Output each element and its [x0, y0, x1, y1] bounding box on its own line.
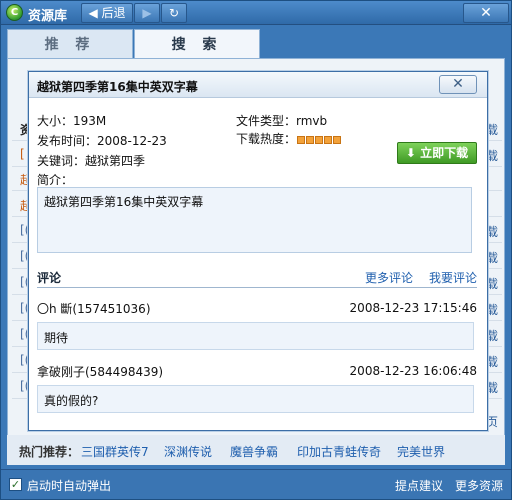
title-bar[interactable]: C 资源库 ◀ 后退 ▶ ↻ ✕ — [1, 1, 511, 25]
forward-icon[interactable]: ▶ — [134, 3, 160, 23]
resource-detail-dialog: 越狱第四季第16集中英双字幕 ✕ 大小：193M 发布时间：2008-12-23… — [28, 71, 488, 431]
hot-link[interactable]: 完美世界 — [397, 443, 445, 460]
heat-star-icon — [297, 136, 305, 144]
hot-recommend-bar: 热门推荐： 三国群英传7 深渊传说 魔兽争霸 印加古青蛙传奇 完美世界 — [7, 435, 505, 465]
more-comments-link[interactable]: 更多评论 — [365, 269, 413, 286]
comment-body: 期待 — [37, 322, 474, 350]
hot-link[interactable]: 魔兽争霸 — [230, 443, 278, 460]
keywords: 关键词：越狱第四季 — [37, 154, 146, 168]
write-comment-link[interactable]: 我要评论 — [429, 269, 477, 286]
suggest-link[interactable]: 提点建议 — [395, 477, 443, 494]
app-logo-icon: C — [6, 4, 23, 21]
back-button[interactable]: ◀ 后退 — [81, 3, 133, 23]
hot-link[interactable]: 深渊传说 — [164, 443, 212, 460]
description-box: 越狱第四季第16集中英双字幕 — [37, 187, 472, 253]
comment-body: 真的假的? — [37, 385, 474, 413]
auto-popup-checkbox[interactable]: ✓ — [9, 478, 22, 491]
more-resources-link[interactable]: 更多资源 — [455, 477, 503, 494]
hot-link[interactable]: 印加古青蛙传奇 — [297, 443, 381, 460]
tab-recommend[interactable]: 推 荐 — [7, 29, 133, 59]
heat-star-icon — [306, 136, 314, 144]
intro-label: 简介： — [37, 173, 74, 187]
tab-search[interactable]: 搜 索 — [134, 29, 260, 59]
comments-header: 评论 更多评论 我要评论 — [37, 268, 477, 288]
app-window: C 资源库 ◀ 后退 ▶ ↻ ✕ 推 荐 搜 索 资 载 [ 载 起 起 [( … — [0, 0, 512, 500]
file-type: 文件类型：rmvb — [236, 114, 328, 128]
comments-title: 评论 — [37, 271, 62, 285]
comment-author: 拿破刚子(584498439) — [37, 365, 164, 379]
list-item-left: [ — [20, 147, 25, 161]
heat-label: 下载热度： — [236, 132, 297, 146]
file-size: 大小：193M — [37, 114, 107, 128]
hot-recommend-label: 热门推荐： — [19, 445, 80, 459]
auto-popup-label[interactable]: 启动时自动弹出 — [27, 477, 111, 494]
heat-star-icon — [324, 136, 332, 144]
tab-bar: 推 荐 搜 索 — [5, 29, 507, 59]
status-bar: ✓ 启动时自动弹出 提点建议 更多资源 — [1, 469, 511, 499]
app-title: 资源库 — [28, 9, 68, 24]
window-close-icon[interactable]: ✕ — [463, 3, 509, 23]
dialog-title: 越狱第四季第16集中英双字幕 — [37, 80, 198, 94]
dialog-header[interactable]: 越狱第四季第16集中英双字幕 ✕ — [29, 72, 487, 98]
download-heat-rating — [297, 133, 342, 147]
hot-link[interactable]: 三国群英传7 — [81, 443, 149, 460]
comment-author: 〇h 斷(157451036) — [37, 302, 151, 316]
heat-star-icon — [333, 136, 341, 144]
dialog-close-icon[interactable]: ✕ — [439, 75, 477, 94]
heat-star-icon — [315, 136, 323, 144]
comment-time: 2008-12-23 16:06:48 — [349, 364, 477, 378]
download-now-button[interactable]: ⬇ 立即下载 — [397, 142, 477, 164]
refresh-icon[interactable]: ↻ — [161, 3, 187, 23]
comment-time: 2008-12-23 17:15:46 — [349, 301, 477, 315]
publish-time: 发布时间：2008-12-23 — [37, 134, 167, 148]
